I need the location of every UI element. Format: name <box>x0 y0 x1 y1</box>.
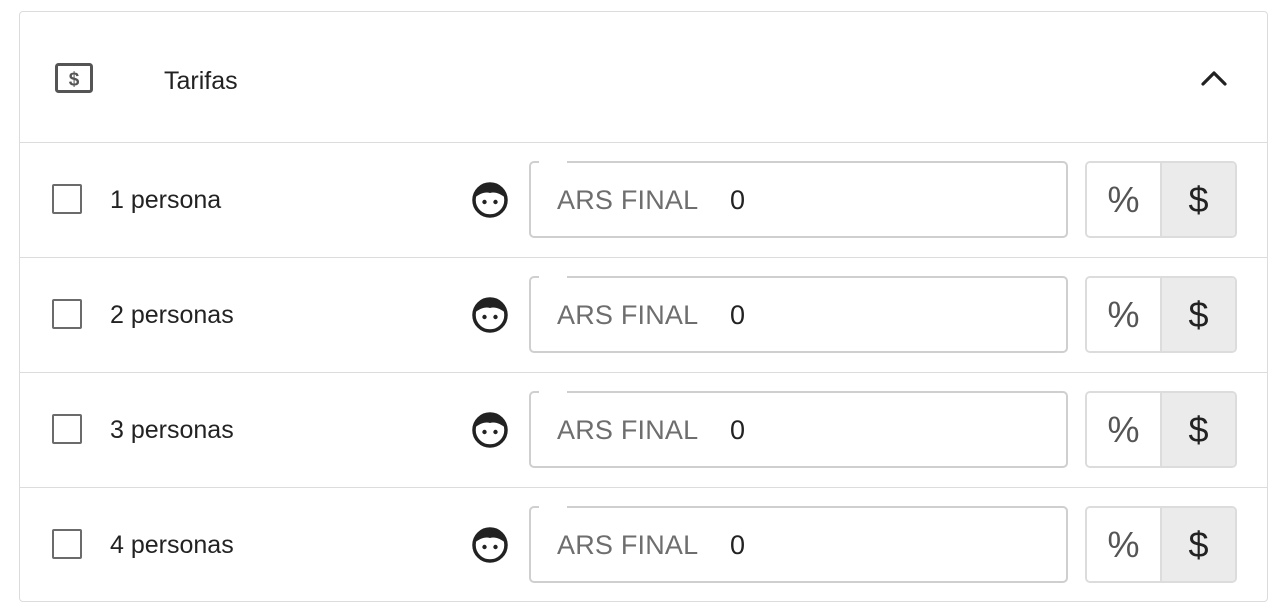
percent-mode-button[interactable]: % <box>1087 163 1162 236</box>
input-notch <box>539 161 567 164</box>
rate-rows: 1 persona ARS FINAL 0 % $ 2 personas ARS… <box>20 143 1267 601</box>
price-input[interactable]: ARS FINAL 0 <box>529 506 1068 583</box>
currency-prefix: ARS FINAL <box>557 185 699 215</box>
currency-prefix: ARS FINAL <box>557 530 699 560</box>
money-bill-icon: $ <box>55 63 93 93</box>
price-value: 0 <box>730 185 746 215</box>
percent-mode-button[interactable]: % <box>1087 508 1162 581</box>
svg-text:$: $ <box>69 70 80 91</box>
mode-toggle: % $ <box>1085 276 1237 353</box>
currency-prefix: ARS FINAL <box>557 300 699 330</box>
currency-mode-button[interactable]: $ <box>1162 508 1235 581</box>
price-input[interactable]: ARS FINAL 0 <box>529 161 1068 238</box>
rate-row-label: 3 personas <box>110 416 234 444</box>
face-icon <box>472 182 508 218</box>
face-icon <box>472 412 508 448</box>
rate-row: 3 personas ARS FINAL 0 % $ <box>20 373 1267 488</box>
price-value: 0 <box>730 300 746 330</box>
face-icon <box>472 527 508 563</box>
input-notch <box>539 391 567 394</box>
section-title: Tarifas <box>164 67 238 95</box>
percent-mode-button[interactable]: % <box>1087 278 1162 351</box>
rates-panel: $ Tarifas 1 persona ARS FINAL 0 % $ 2 pe… <box>19 11 1268 602</box>
rate-checkbox[interactable] <box>52 299 82 329</box>
currency-prefix: ARS FINAL <box>557 415 699 445</box>
rate-row: 4 personas ARS FINAL 0 % $ <box>20 488 1267 601</box>
rate-row: 1 persona ARS FINAL 0 % $ <box>20 143 1267 258</box>
price-input[interactable]: ARS FINAL 0 <box>529 391 1068 468</box>
rate-row-label: 1 persona <box>110 186 222 214</box>
mode-toggle: % $ <box>1085 506 1237 583</box>
input-notch <box>539 506 567 509</box>
mode-toggle: % $ <box>1085 391 1237 468</box>
currency-mode-button[interactable]: $ <box>1162 278 1235 351</box>
rate-checkbox[interactable] <box>52 529 82 559</box>
percent-mode-button[interactable]: % <box>1087 393 1162 466</box>
currency-mode-button[interactable]: $ <box>1162 393 1235 466</box>
input-notch <box>539 276 567 279</box>
currency-mode-button[interactable]: $ <box>1162 163 1235 236</box>
rate-row: 2 personas ARS FINAL 0 % $ <box>20 258 1267 373</box>
chevron-up-icon[interactable] <box>1198 67 1230 89</box>
mode-toggle: % $ <box>1085 161 1237 238</box>
rates-panel-header[interactable]: $ Tarifas <box>20 12 1267 143</box>
rate-row-label: 2 personas <box>110 301 234 329</box>
rate-checkbox[interactable] <box>52 414 82 444</box>
price-input[interactable]: ARS FINAL 0 <box>529 276 1068 353</box>
rate-checkbox[interactable] <box>52 184 82 214</box>
price-value: 0 <box>730 530 746 560</box>
face-icon <box>472 297 508 333</box>
rate-row-label: 4 personas <box>110 531 234 559</box>
price-value: 0 <box>730 415 746 445</box>
